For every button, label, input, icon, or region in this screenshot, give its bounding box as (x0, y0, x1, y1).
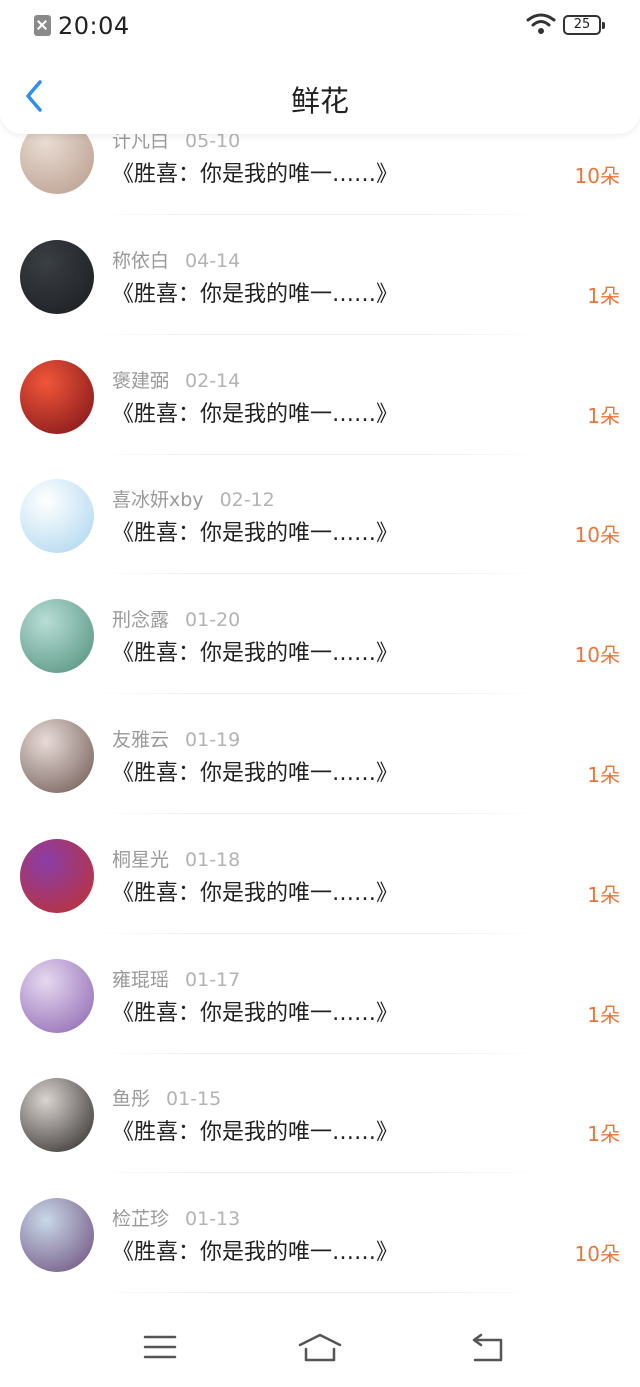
name-line: 检芷珍 01-13 (112, 1204, 240, 1231)
divider (95, 693, 540, 695)
divider (95, 1292, 540, 1294)
avatar[interactable] (20, 1198, 94, 1273)
menu-icon (143, 1335, 177, 1359)
notification-icon (34, 15, 51, 36)
flower-count: 1朵 (587, 1002, 620, 1027)
gift-date: 01-13 (185, 1208, 241, 1231)
book-title: 《胜喜：你是我的唯一……》 (112, 521, 399, 547)
list-item[interactable]: 桐星光 01-18 《胜喜：你是我的唯一……》 1朵 (0, 835, 640, 955)
gift-date: 01-15 (166, 1088, 222, 1111)
list-item[interactable]: 称依白 04-14 《胜喜：你是我的唯一……》 1朵 (0, 236, 640, 356)
avatar[interactable] (20, 479, 94, 554)
gift-date: 02-12 (219, 489, 275, 512)
divider (95, 1052, 540, 1054)
name-line: 友雅云 01-19 (112, 725, 240, 752)
list-item[interactable]: 检芷珍 01-13 《胜喜：你是我的唯一……》 10朵 (0, 1194, 640, 1312)
user-name[interactable]: 友雅云 (112, 729, 169, 751)
avatar[interactable] (20, 599, 94, 674)
user-name[interactable]: 检芷珍 (112, 1208, 169, 1230)
gift-date: 02-14 (185, 369, 241, 392)
battery-level: 25 (573, 17, 591, 32)
divider (95, 333, 540, 335)
back-system-button[interactable] (469, 1332, 507, 1368)
flower-count: 10朵 (574, 1242, 620, 1267)
book-title: 《胜喜：你是我的唯一……》 (112, 761, 399, 786)
book-title: 《胜喜：你是我的唯一……》 (112, 281, 399, 307)
avatar[interactable] (20, 838, 94, 913)
user-name[interactable]: 喜冰妍xby (112, 489, 204, 511)
gift-date: 01-20 (185, 609, 241, 632)
battery-icon: 25 (563, 15, 605, 35)
home-icon (298, 1333, 342, 1362)
list-item[interactable]: 友雅云 01-19 《胜喜：你是我的唯一……》 1朵 (0, 715, 640, 835)
name-line: 计凡白 05-10 (112, 134, 240, 153)
gift-date: 01-17 (185, 968, 241, 991)
return-icon (472, 1333, 503, 1362)
list-item[interactable]: 计凡白 05-10 《胜喜：你是我的唯一……》 10朵 (0, 134, 640, 236)
book-title: 《胜喜：你是我的唯一……》 (112, 880, 399, 906)
wifi-icon (526, 13, 556, 34)
list-item[interactable]: 喜冰妍xby 02-12 《胜喜：你是我的唯一……》 10朵 (0, 475, 640, 595)
list-item[interactable]: 褒建弼 02-14 《胜喜：你是我的唯一……》 1朵 (0, 356, 640, 476)
user-name[interactable]: 称依白 (112, 250, 169, 272)
divider (95, 453, 540, 455)
nav-bar: 鲜花 (0, 52, 640, 134)
user-name[interactable]: 雍琨瑶 (112, 969, 169, 991)
list-item[interactable]: 雍琨瑶 01-17 《胜喜：你是我的唯一……》 1朵 (0, 955, 640, 1075)
avatar[interactable] (20, 134, 94, 194)
name-line: 刑念露 01-20 (112, 605, 240, 632)
book-title: 《胜喜：你是我的唯一……》 (112, 1120, 399, 1146)
name-line: 喜冰妍xby 02-12 (112, 485, 275, 512)
divider (95, 1172, 540, 1174)
gift-date: 01-19 (185, 729, 241, 751)
flower-count: 10朵 (574, 164, 620, 188)
page-title: 鲜花 (290, 84, 349, 118)
status-bar: 20:04 25 (0, 0, 640, 52)
user-name[interactable]: 计凡白 (112, 134, 169, 152)
list-item[interactable]: 刑念露 01-20 《胜喜：你是我的唯一……》 10朵 (0, 595, 640, 715)
list-item[interactable]: 鱼彤 01-15 《胜喜：你是我的唯一……》 1朵 (0, 1074, 640, 1194)
flower-count: 10朵 (574, 643, 620, 668)
system-nav-bar (0, 1312, 640, 1387)
book-title: 《胜喜：你是我的唯一……》 (112, 1240, 399, 1266)
name-line: 称依白 04-14 (112, 246, 240, 273)
name-line: 桐星光 01-18 (112, 845, 240, 872)
user-name[interactable]: 桐星光 (112, 849, 169, 871)
name-line: 雍琨瑶 01-17 (112, 965, 240, 992)
name-line: 鱼彤 01-15 (112, 1084, 221, 1111)
avatar[interactable] (20, 719, 94, 793)
gift-date: 01-18 (185, 848, 241, 871)
book-title: 《胜喜：你是我的唯一……》 (112, 401, 399, 427)
avatar[interactable] (20, 958, 94, 1033)
name-line: 褒建弼 02-14 (112, 366, 240, 393)
home-button[interactable] (297, 1332, 343, 1368)
flower-count: 1朵 (587, 882, 620, 907)
avatar[interactable] (20, 1078, 94, 1153)
divider (95, 214, 540, 215)
menu-button[interactable] (142, 1332, 178, 1366)
divider (95, 813, 540, 814)
flower-count: 1朵 (587, 283, 620, 308)
user-name[interactable]: 刑念露 (112, 609, 169, 631)
flower-count: 10朵 (574, 523, 620, 548)
book-title: 《胜喜：你是我的唯一……》 (112, 641, 399, 667)
flower-record-list[interactable]: 计凡白 05-10 《胜喜：你是我的唯一……》 10朵 称依白 04-14 《胜喜：你是我的… (0, 134, 640, 1312)
divider (95, 932, 540, 934)
book-title: 《胜喜：你是我的唯一……》 (112, 162, 399, 187)
avatar[interactable] (20, 239, 94, 314)
divider (95, 573, 540, 575)
flower-count: 1朵 (587, 763, 620, 787)
status-time: 20:04 (58, 12, 130, 40)
avatar[interactable] (20, 359, 94, 434)
book-title: 《胜喜：你是我的唯一……》 (112, 1000, 399, 1026)
user-name[interactable]: 褒建弼 (112, 370, 169, 392)
user-name[interactable]: 鱼彤 (112, 1088, 150, 1110)
flower-count: 1朵 (587, 1122, 620, 1147)
flower-count: 1朵 (587, 403, 620, 428)
gift-date: 04-14 (185, 249, 241, 272)
gift-date: 05-10 (185, 134, 241, 152)
